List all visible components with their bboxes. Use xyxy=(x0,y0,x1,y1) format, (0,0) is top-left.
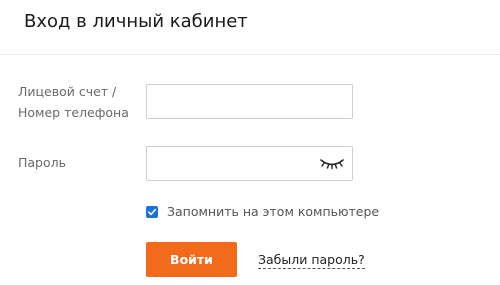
password-label: Пароль xyxy=(18,155,66,170)
forgot-password-link[interactable]: Забыли пароль? xyxy=(258,252,365,269)
login-button[interactable]: Войти xyxy=(146,242,237,277)
eye-closed-icon[interactable] xyxy=(318,155,346,171)
account-input[interactable] xyxy=(146,84,353,119)
remember-checkbox[interactable] xyxy=(146,206,158,218)
page-header: Вход в личный кабинет xyxy=(0,0,500,55)
login-page: Вход в личный кабинет Лицевой счет / Ном… xyxy=(0,0,500,285)
remember-me[interactable]: Запомнить на этом компьютере xyxy=(146,203,379,221)
account-label-line1: Лицевой счет / xyxy=(18,84,117,99)
remember-label: Запомнить на этом компьютере xyxy=(167,204,380,219)
page-title: Вход в личный кабинет xyxy=(24,11,248,32)
account-label-line2: Номер телефона xyxy=(18,105,129,120)
checkmark-icon xyxy=(148,208,157,216)
account-label: Лицевой счет / Номер телефона xyxy=(18,81,129,123)
